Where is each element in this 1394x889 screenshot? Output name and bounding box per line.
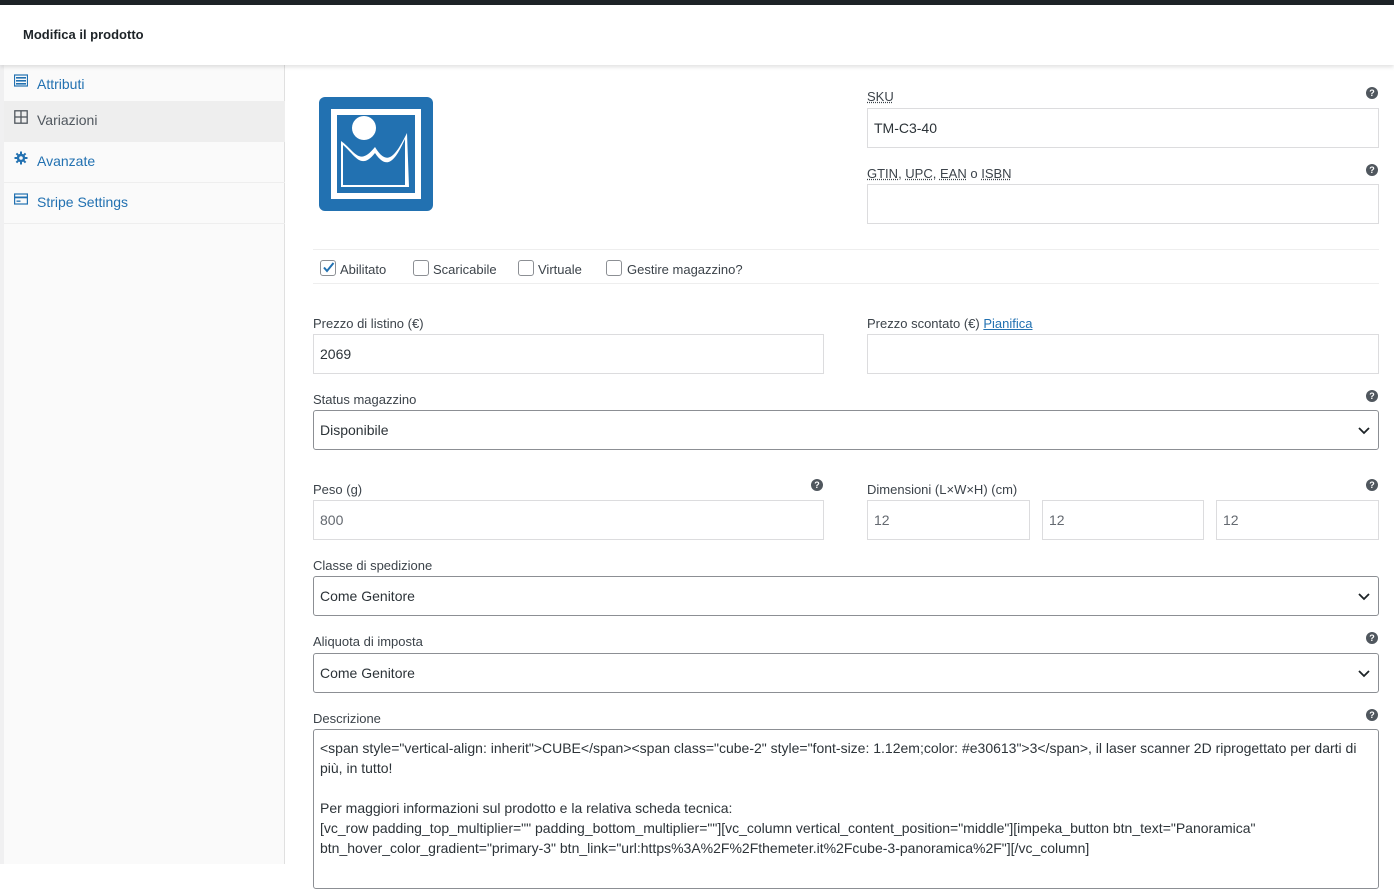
sale-price-field[interactable] bbox=[867, 334, 1379, 374]
image-placeholder-icon[interactable] bbox=[317, 95, 435, 213]
shipping-class-select[interactable]: Come Genitore bbox=[313, 576, 1379, 616]
sidebar-item-avanzate[interactable]: Avanzate bbox=[4, 142, 285, 183]
page-title: Modifica il prodotto bbox=[23, 27, 144, 42]
sidebar-item-attributi[interactable]: Attributi bbox=[4, 65, 285, 106]
width-field[interactable]: 12 bbox=[1042, 500, 1204, 540]
checkmark-icon bbox=[322, 261, 335, 274]
chevron-down-icon bbox=[1358, 425, 1370, 435]
page-header: Modifica il prodotto bbox=[0, 5, 1394, 65]
help-icon[interactable]: ? bbox=[811, 479, 823, 491]
sidebar-item-label: Avanzate bbox=[37, 153, 95, 169]
help-icon[interactable]: ? bbox=[1366, 87, 1378, 99]
tax-class-value: Come Genitore bbox=[320, 665, 415, 681]
chevron-down-icon bbox=[1358, 591, 1370, 601]
regular-price-field[interactable]: 2069 bbox=[313, 334, 824, 374]
stock-status-label: Status magazzino bbox=[313, 392, 416, 407]
divider bbox=[313, 249, 1379, 250]
schedule-link[interactable]: Pianifica bbox=[983, 316, 1032, 331]
gtin-label: GTIN, UPC, EAN o ISBN bbox=[867, 166, 1012, 181]
chevron-down-icon bbox=[1358, 668, 1370, 678]
gear-icon bbox=[14, 151, 28, 165]
sidebar-item-stripe-settings[interactable]: Stripe Settings bbox=[4, 183, 285, 224]
gtin-field[interactable] bbox=[867, 184, 1379, 224]
enabled-label: Abilitato bbox=[340, 262, 386, 277]
product-data-tabs: Attributi Variazioni Avanzate Stripe Set… bbox=[4, 65, 285, 864]
dimensions-label: Dimensioni (L×W×H) (cm) bbox=[867, 482, 1017, 497]
help-icon[interactable]: ? bbox=[1366, 709, 1378, 721]
description-line: [vc_row padding_top_multiplier="" paddin… bbox=[320, 818, 1372, 858]
help-icon[interactable]: ? bbox=[1366, 632, 1378, 644]
length-field[interactable]: 12 bbox=[867, 500, 1030, 540]
regular-price-label: Prezzo di listino (€) bbox=[313, 316, 424, 331]
description-label: Descrizione bbox=[313, 711, 381, 726]
shipping-class-label: Classe di spedizione bbox=[313, 558, 432, 573]
description-textarea[interactable]: <span style="vertical-align: inherit">CU… bbox=[313, 729, 1379, 889]
stock-status-select[interactable]: Disponibile bbox=[313, 410, 1379, 450]
virtual-label: Virtuale bbox=[538, 262, 582, 277]
downloadable-label: Scaricabile bbox=[433, 262, 497, 277]
sku-label: SKU bbox=[867, 89, 894, 104]
card-icon bbox=[14, 192, 28, 206]
weight-label: Peso (g) bbox=[313, 482, 362, 497]
downloadable-checkbox[interactable] bbox=[413, 260, 429, 276]
sidebar-item-variazioni[interactable]: Variazioni bbox=[4, 101, 285, 142]
sku-field[interactable]: TM-C3-40 bbox=[867, 108, 1379, 148]
virtual-checkbox[interactable] bbox=[518, 260, 534, 276]
help-icon[interactable]: ? bbox=[1366, 390, 1378, 402]
weight-field[interactable]: 800 bbox=[313, 500, 824, 540]
sidebar-item-label: Stripe Settings bbox=[37, 194, 128, 210]
help-icon[interactable]: ? bbox=[1366, 479, 1378, 491]
tax-class-select[interactable]: Come Genitore bbox=[313, 653, 1379, 693]
height-field[interactable]: 12 bbox=[1216, 500, 1379, 540]
description-line bbox=[320, 778, 1372, 798]
list-icon bbox=[14, 74, 28, 88]
tax-class-label: Aliquota di imposta bbox=[313, 634, 423, 649]
divider bbox=[313, 283, 1379, 284]
shipping-class-value: Come Genitore bbox=[320, 588, 415, 604]
sidebar-item-label: Attributi bbox=[37, 76, 84, 92]
stock-status-value: Disponibile bbox=[320, 422, 388, 438]
manage-stock-checkbox[interactable] bbox=[606, 260, 622, 276]
sidebar-item-label: Variazioni bbox=[37, 112, 97, 128]
enabled-checkbox[interactable] bbox=[320, 260, 336, 276]
manage-stock-label: Gestire magazzino? bbox=[627, 262, 743, 277]
sale-price-label: Prezzo scontato (€) Pianifica bbox=[867, 316, 1032, 331]
help-icon[interactable]: ? bbox=[1366, 164, 1378, 176]
description-line: Per maggiori informazioni sul prodotto e… bbox=[320, 798, 1372, 818]
grid-icon bbox=[14, 110, 28, 124]
description-line: <span style="vertical-align: inherit">CU… bbox=[320, 738, 1372, 778]
